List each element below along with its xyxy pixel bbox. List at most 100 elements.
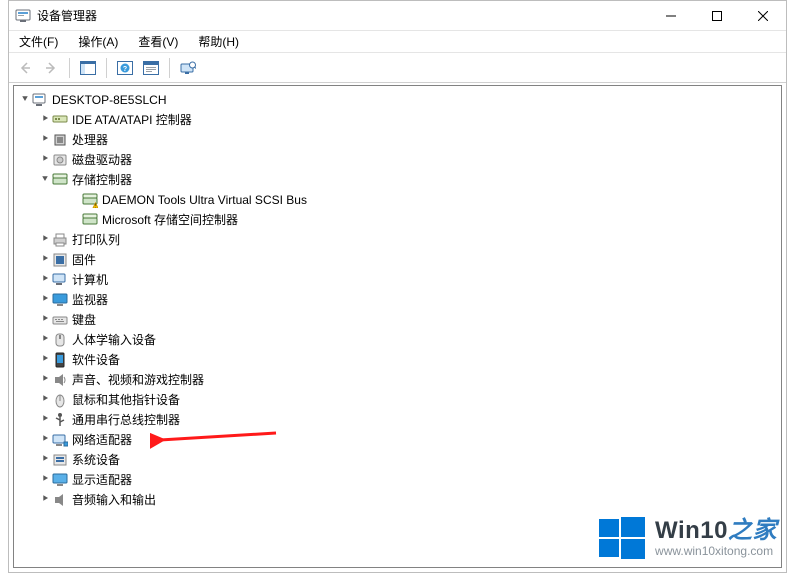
tree-item[interactable]: ⯈ 固件 bbox=[14, 250, 781, 270]
tree-item[interactable]: ⯈ 网络适配器 bbox=[14, 430, 781, 450]
expander-icon[interactable]: ⯈ bbox=[38, 410, 52, 430]
tree-item[interactable]: ⯈ 计算机 bbox=[14, 270, 781, 290]
expander-icon[interactable]: ⯆ bbox=[38, 170, 52, 190]
storage-warn-icon bbox=[82, 192, 98, 208]
usb-icon bbox=[52, 412, 68, 428]
expander-icon[interactable]: ⯈ bbox=[38, 430, 52, 450]
keyboard-icon bbox=[52, 312, 68, 328]
tree-item-label: 网络适配器 bbox=[72, 430, 132, 450]
expander-icon[interactable]: ⯈ bbox=[38, 230, 52, 250]
tree-item-label: 通用串行总线控制器 bbox=[72, 410, 180, 430]
root-icon bbox=[32, 92, 48, 108]
tree-item[interactable]: ⯈ 声音、视频和游戏控制器 bbox=[14, 370, 781, 390]
toolbar-forward-button[interactable] bbox=[39, 56, 63, 80]
device-tree: ⯆DESKTOP-8E5SLCH⯈IDE ATA/ATAPI 控制器⯈处理器⯈磁… bbox=[14, 86, 781, 514]
svg-text:?: ? bbox=[123, 66, 127, 73]
toolbar-separator bbox=[106, 58, 107, 78]
toolbar-showhide-button[interactable] bbox=[76, 56, 100, 80]
tree-item[interactable]: ⯈ IDE ATA/ATAPI 控制器 bbox=[14, 110, 781, 130]
computer-icon bbox=[52, 272, 68, 288]
close-button[interactable] bbox=[740, 1, 786, 30]
audio-icon bbox=[52, 372, 68, 388]
expander-icon[interactable]: ⯈ bbox=[38, 490, 52, 510]
storage-icon bbox=[52, 172, 68, 188]
tree-item-label: DESKTOP-8E5SLCH bbox=[52, 90, 167, 110]
tree-item-label: IDE ATA/ATAPI 控制器 bbox=[72, 110, 192, 130]
audioio-icon bbox=[52, 492, 68, 508]
toolbar-scan-button[interactable] bbox=[176, 56, 200, 80]
expander-icon[interactable]: ⯈ bbox=[38, 290, 52, 310]
tree-item-label: 软件设备 bbox=[72, 350, 120, 370]
app-icon bbox=[15, 8, 31, 24]
expander-icon[interactable]: ⯈ bbox=[38, 270, 52, 290]
menu-help[interactable]: 帮助(H) bbox=[194, 31, 243, 52]
toolbar: ? bbox=[9, 53, 786, 83]
expander-icon[interactable]: ⯈ bbox=[38, 150, 52, 170]
tree-item[interactable]: ⯈ 磁盘驱动器 bbox=[14, 150, 781, 170]
printer-icon bbox=[52, 232, 68, 248]
minimize-button[interactable] bbox=[648, 1, 694, 30]
tree-item-label: DAEMON Tools Ultra Virtual SCSI Bus bbox=[102, 190, 307, 210]
toolbar-properties-button[interactable] bbox=[139, 56, 163, 80]
tree-item-label: 处理器 bbox=[72, 130, 108, 150]
tree-item[interactable]: ⯈ 软件设备 bbox=[14, 350, 781, 370]
tree-item-label: 计算机 bbox=[72, 270, 108, 290]
toolbar-separator bbox=[169, 58, 170, 78]
tree-root[interactable]: ⯆ DESKTOP-8E5SLCH bbox=[14, 90, 781, 110]
tree-item[interactable]: ⯈监视器 bbox=[14, 290, 781, 310]
tree-item[interactable]: ⯈ 处理器 bbox=[14, 130, 781, 150]
content-area: ⯆DESKTOP-8E5SLCH⯈IDE ATA/ATAPI 控制器⯈处理器⯈磁… bbox=[9, 83, 786, 572]
mouse-icon bbox=[52, 392, 68, 408]
menu-file[interactable]: 文件(F) bbox=[15, 31, 62, 52]
tree-item[interactable]: ⯈ 人体学输入设备 bbox=[14, 330, 781, 350]
expander-icon[interactable]: ⯈ bbox=[38, 370, 52, 390]
expander-icon[interactable]: ⯈ bbox=[38, 330, 52, 350]
device-manager-window: 设备管理器 文件(F) 操作(A) 查看(V) 帮助(H) bbox=[8, 0, 787, 573]
tree-item[interactable]: DAEMON Tools Ultra Virtual SCSI Bus bbox=[14, 190, 781, 210]
tree-item-label: 鼠标和其他指针设备 bbox=[72, 390, 180, 410]
storage-icon bbox=[82, 212, 98, 228]
tree-item[interactable]: ⯈ 键盘 bbox=[14, 310, 781, 330]
tree-item[interactable]: ⯈ 系统设备 bbox=[14, 450, 781, 470]
cpu-icon bbox=[52, 132, 68, 148]
menu-view[interactable]: 查看(V) bbox=[134, 31, 182, 52]
tree-item[interactable]: ⯈ 打印队列 bbox=[14, 230, 781, 250]
software-icon bbox=[52, 352, 68, 368]
tree-item-label: 存储控制器 bbox=[72, 170, 132, 190]
tree-item[interactable]: ⯈ 鼠标和其他指针设备 bbox=[14, 390, 781, 410]
tree-item-label: 声音、视频和游戏控制器 bbox=[72, 370, 204, 390]
expander-icon[interactable]: ⯈ bbox=[38, 350, 52, 370]
tree-item-label: 键盘 bbox=[72, 310, 96, 330]
disk-icon bbox=[52, 152, 68, 168]
tree-item-label: 固件 bbox=[72, 250, 96, 270]
toolbar-help-button[interactable]: ? bbox=[113, 56, 137, 80]
titlebar: 设备管理器 bbox=[9, 1, 786, 31]
tree-item[interactable]: Microsoft 存储空间控制器 bbox=[14, 210, 781, 230]
tree-item-label: 人体学输入设备 bbox=[72, 330, 156, 350]
tree-item[interactable]: ⯈音频输入和输出 bbox=[14, 490, 781, 510]
expander-icon[interactable]: ⯈ bbox=[38, 390, 52, 410]
maximize-button[interactable] bbox=[694, 1, 740, 30]
device-tree-frame[interactable]: ⯆DESKTOP-8E5SLCH⯈IDE ATA/ATAPI 控制器⯈处理器⯈磁… bbox=[13, 85, 782, 568]
expander-icon[interactable]: ⯆ bbox=[18, 90, 32, 110]
tree-item-label: 系统设备 bbox=[72, 450, 120, 470]
expander-icon[interactable]: ⯈ bbox=[38, 110, 52, 130]
expander-icon[interactable]: ⯈ bbox=[38, 250, 52, 270]
expander-icon[interactable]: ⯈ bbox=[38, 450, 52, 470]
ide-icon bbox=[52, 112, 68, 128]
expander-icon[interactable]: ⯈ bbox=[38, 310, 52, 330]
menubar: 文件(F) 操作(A) 查看(V) 帮助(H) bbox=[9, 31, 786, 53]
menu-action[interactable]: 操作(A) bbox=[74, 31, 122, 52]
monitor-icon bbox=[52, 292, 68, 308]
firmware-icon bbox=[52, 252, 68, 268]
tree-item[interactable]: ⯆ 存储控制器 bbox=[14, 170, 781, 190]
tree-item[interactable]: ⯈ 通用串行总线控制器 bbox=[14, 410, 781, 430]
tree-item-label: Microsoft 存储空间控制器 bbox=[102, 210, 238, 230]
toolbar-back-button[interactable] bbox=[13, 56, 37, 80]
expander-icon[interactable]: ⯈ bbox=[38, 130, 52, 150]
hid-icon bbox=[52, 332, 68, 348]
tree-item-label: 磁盘驱动器 bbox=[72, 150, 132, 170]
tree-item-label: 打印队列 bbox=[72, 230, 120, 250]
expander-icon[interactable]: ⯈ bbox=[38, 470, 52, 490]
tree-item[interactable]: ⯈显示适配器 bbox=[14, 470, 781, 490]
